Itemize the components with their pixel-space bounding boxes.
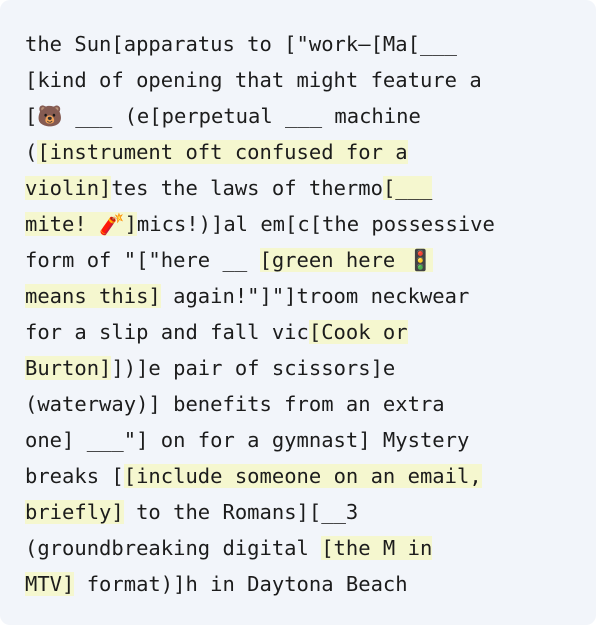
puzzle-text: the Sun[apparatus to ["work–[Ma[___ [kin…: [25, 26, 585, 602]
text-segment: tes the laws of thermo: [111, 176, 383, 200]
text-segment: format)]h in Daytona Beach: [74, 572, 408, 596]
puzzle-card: the Sun[apparatus to ["work–[Ma[___ [kin…: [0, 0, 596, 625]
